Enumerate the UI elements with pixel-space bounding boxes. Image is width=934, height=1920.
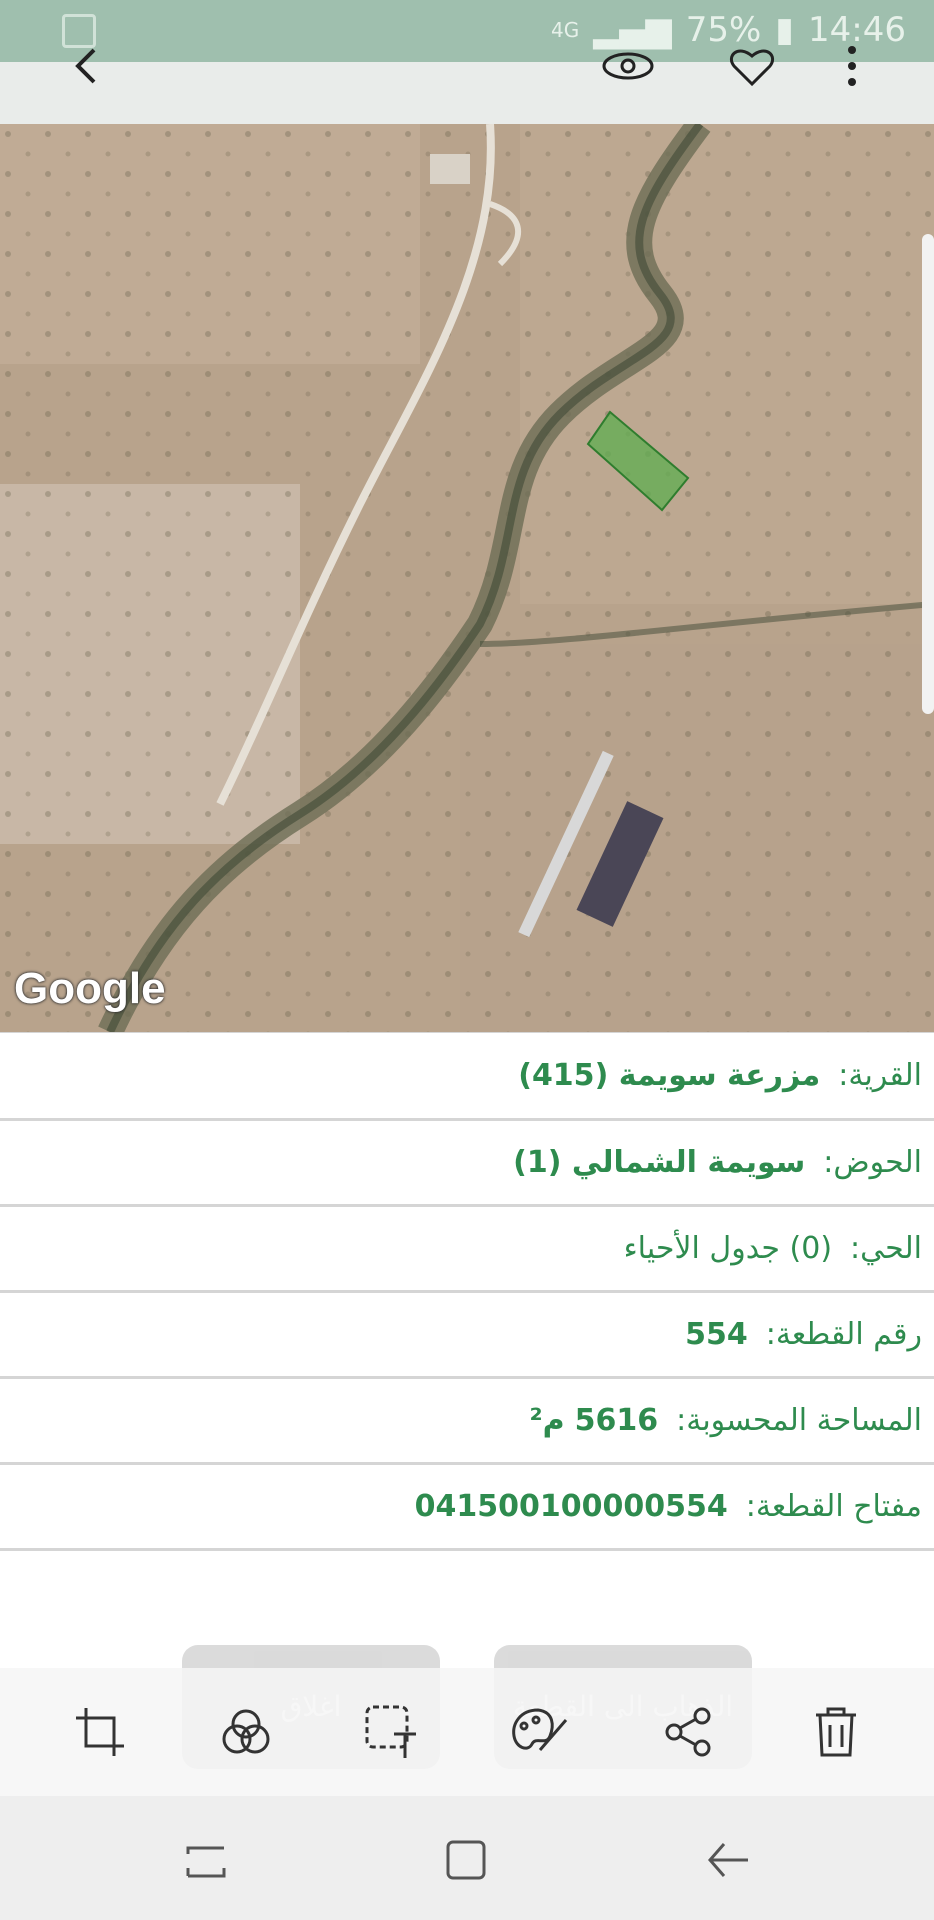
edit-toolbar: [0, 1668, 934, 1796]
basin-value: سويمة الشمالي (1): [513, 1145, 806, 1180]
parcel-info: القرية: مزرعة سويمة (415) الحوض: سويمة ا…: [0, 1032, 934, 1551]
back-icon[interactable]: [56, 36, 116, 96]
area-unit: م²: [529, 1403, 565, 1438]
app-bar: [0, 62, 934, 124]
district-value: (0) جدول الأحياء: [623, 1231, 833, 1266]
village-value: مزرعة سويمة (415): [518, 1058, 821, 1093]
home-icon[interactable]: [436, 1830, 496, 1890]
network-label: 4G: [551, 18, 580, 42]
parcel-key-value: 041500100000554: [414, 1489, 728, 1524]
parcel-key-label: مفتاح القطعة:: [745, 1489, 922, 1524]
map-imagery: [0, 124, 934, 1032]
share-icon[interactable]: [656, 1700, 720, 1764]
basin-label: الحوض:: [823, 1145, 922, 1180]
view-icon[interactable]: [598, 36, 658, 96]
parcel-number-label: رقم القطعة:: [765, 1317, 922, 1352]
area-label: المساحة المحسوبة:: [676, 1403, 922, 1438]
text-select-icon[interactable]: [360, 1700, 424, 1764]
delete-icon[interactable]: [804, 1700, 868, 1764]
village-label: القرية:: [838, 1058, 922, 1093]
basin-row: الحوض: سويمة الشمالي (1): [0, 1118, 934, 1204]
district-label: الحي:: [850, 1231, 922, 1266]
area-row: المساحة المحسوبة: 5616 م²: [0, 1376, 934, 1462]
area-value: 5616: [574, 1403, 659, 1438]
district-row: الحي: (0) جدول الأحياء: [0, 1204, 934, 1290]
parcel-key-row: مفتاح القطعة: 041500100000554: [0, 1462, 934, 1548]
more-icon[interactable]: [822, 36, 882, 96]
village-row: القرية: مزرعة سويمة (415): [0, 1032, 934, 1118]
status-bar: 4G ▂▄▆ 75% ▮ 14:46: [0, 0, 934, 62]
nav-back-icon[interactable]: [698, 1830, 758, 1890]
satellite-map[interactable]: Google: [0, 124, 934, 1032]
google-attribution: Google: [14, 964, 166, 1013]
parcel-number-value: 554: [685, 1317, 748, 1352]
divider: [0, 1548, 934, 1551]
filter-icon[interactable]: [214, 1700, 278, 1764]
crop-icon[interactable]: [68, 1700, 132, 1764]
parcel-number-row: رقم القطعة: 554: [0, 1290, 934, 1376]
draw-icon[interactable]: [508, 1700, 572, 1764]
favorite-icon[interactable]: [722, 36, 782, 96]
map-scroll-indicator: [922, 234, 934, 714]
recents-icon[interactable]: [176, 1830, 236, 1890]
